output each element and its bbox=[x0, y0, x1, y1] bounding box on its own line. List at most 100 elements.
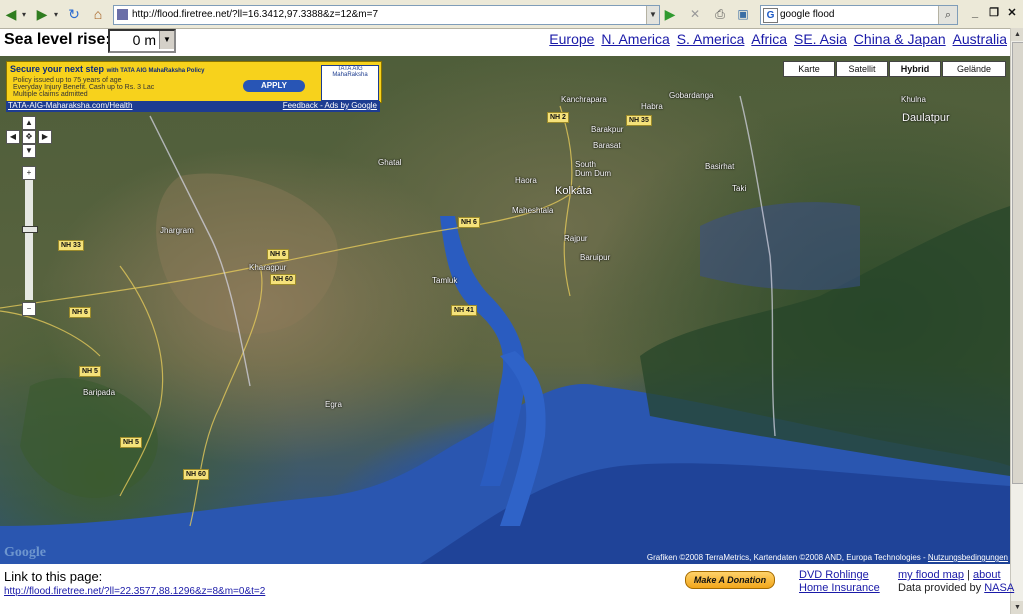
map-navigation-control: ▲ ◀ ✥ ▶ ▼ + − bbox=[6, 116, 52, 326]
my-flood-map-link[interactable]: my flood map bbox=[898, 569, 964, 581]
region-link-africa[interactable]: Africa bbox=[751, 31, 787, 47]
zoom-out-icon[interactable]: − bbox=[22, 302, 36, 316]
zoom-slider[interactable] bbox=[22, 180, 38, 300]
place-label: Habra bbox=[641, 102, 663, 111]
page-footer: Link to this page: http://flood.firetree… bbox=[0, 565, 1014, 614]
place-label: Haora bbox=[515, 176, 537, 185]
map-copyright: Grafiken ©2008 TerraMetrics, Kartendaten… bbox=[646, 553, 1008, 562]
place-label: Egra bbox=[325, 400, 342, 409]
place-label: Gobardanga bbox=[669, 91, 714, 100]
place-label: Ghatal bbox=[378, 158, 402, 167]
satellite-map[interactable]: Secure your next step with TATA AIG Maha… bbox=[0, 56, 1010, 564]
zoom-slider-thumb[interactable] bbox=[22, 226, 38, 233]
region-link-se-asia[interactable]: SE. Asia bbox=[794, 31, 847, 47]
url-dropdown-icon[interactable]: ▼ bbox=[646, 6, 659, 24]
road-shield: NH 6 bbox=[69, 307, 91, 318]
search-engine-icon[interactable]: G bbox=[763, 8, 778, 23]
close-icon[interactable]: ✕ bbox=[1004, 5, 1020, 21]
link-label: Link to this page: bbox=[4, 569, 103, 584]
minimize-icon[interactable]: _ bbox=[967, 5, 983, 21]
road-shield: NH 35 bbox=[626, 115, 652, 126]
ad-logo: TATA AIG MahaRaksha bbox=[321, 65, 379, 101]
pan-center-icon[interactable]: ✥ bbox=[22, 130, 36, 144]
pan-down-icon[interactable]: ▼ bbox=[22, 144, 36, 158]
place-label: South Dum Dum bbox=[575, 160, 612, 178]
road-shield: NH 6 bbox=[267, 249, 289, 260]
go-icon[interactable]: ▶ bbox=[662, 4, 678, 24]
google-ad[interactable]: Secure your next step with TATA AIG Maha… bbox=[6, 61, 382, 112]
ad-feedback-link[interactable]: Feedback - Ads by Google bbox=[283, 101, 377, 110]
map-type-karte[interactable]: Karte bbox=[783, 61, 835, 77]
home-icon[interactable]: ⌂ bbox=[90, 4, 106, 24]
vertical-scrollbar[interactable]: ▲ ▼ bbox=[1010, 28, 1023, 614]
dropdown-icon[interactable]: ▾ bbox=[52, 4, 60, 24]
road-shield: NH 5 bbox=[79, 366, 101, 377]
region-link-australia[interactable]: Australia bbox=[953, 31, 1007, 47]
chevron-down-icon[interactable]: ▼ bbox=[159, 31, 174, 49]
road-shield: NH 33 bbox=[58, 240, 84, 251]
place-label: Jhargram bbox=[160, 226, 194, 235]
place-label: Baruipur bbox=[580, 253, 611, 262]
url-text: http://flood.firetree.net/?ll=16.3412,97… bbox=[132, 9, 379, 20]
forward-arrow-icon[interactable]: ▶ bbox=[34, 4, 50, 24]
ad-banner[interactable]: Secure your next step with TATA AIG Maha… bbox=[6, 61, 382, 103]
permalink[interactable]: http://flood.firetree.net/?ll=22.3577,88… bbox=[4, 586, 265, 597]
about-link[interactable]: about bbox=[973, 569, 1001, 581]
ad-link-dvd[interactable]: DVD Rohlinge bbox=[799, 569, 880, 582]
region-links: Europe N. America S. America Africa SE. … bbox=[546, 31, 1007, 47]
road-shield: NH 60 bbox=[183, 469, 209, 480]
road-shield: NH 60 bbox=[270, 274, 296, 285]
pan-left-icon[interactable]: ◀ bbox=[6, 130, 20, 144]
place-label: Rajpur bbox=[564, 234, 588, 243]
sea-level-value: 0 m bbox=[132, 32, 156, 48]
zoom-in-icon[interactable]: + bbox=[22, 166, 36, 180]
place-label: Taki bbox=[732, 184, 747, 193]
map-type-hybrid[interactable]: Hybrid bbox=[889, 61, 941, 77]
refresh-icon[interactable]: ↻ bbox=[66, 4, 82, 24]
ad-headline: Secure your next step with TATA AIG Maha… bbox=[10, 64, 205, 74]
ad-footer: TATA-AIG-Maharaksha.com/Health Feedback … bbox=[6, 101, 380, 112]
scrollbar-thumb[interactable] bbox=[1012, 42, 1023, 484]
favicon-icon bbox=[117, 9, 128, 20]
pan-up-icon[interactable]: ▲ bbox=[22, 116, 36, 130]
screenshot-icon[interactable]: ▣ bbox=[735, 4, 751, 24]
region-link-north-america[interactable]: N. America bbox=[601, 31, 669, 47]
place-label: Daulatpur bbox=[902, 112, 950, 124]
place-label: Baripada bbox=[83, 388, 116, 397]
donate-button[interactable]: Make A Donation bbox=[685, 571, 775, 589]
map-terrain bbox=[0, 95, 1010, 564]
google-logo[interactable]: Google bbox=[4, 545, 46, 561]
scroll-up-icon[interactable]: ▲ bbox=[1011, 28, 1023, 41]
road-shield: NH 6 bbox=[458, 217, 480, 228]
scroll-down-icon[interactable]: ▼ bbox=[1011, 601, 1023, 614]
map-type-gelande[interactable]: Gelände bbox=[942, 61, 1006, 77]
place-label: Kanchrapara bbox=[561, 95, 607, 104]
map-type-buttons: Karte Satellit Hybrid Gelände bbox=[782, 61, 1006, 77]
stop-icon[interactable]: ✕ bbox=[688, 4, 702, 24]
footer-info: my flood map | about Data provided by NA… bbox=[898, 569, 1014, 595]
region-link-europe[interactable]: Europe bbox=[549, 31, 594, 47]
place-label: Barasat bbox=[593, 141, 621, 150]
sea-level-select[interactable]: 0 m ▼ bbox=[108, 29, 176, 53]
ad-link-insurance[interactable]: Home Insurance bbox=[799, 582, 880, 595]
search-icon[interactable]: ⌕ bbox=[938, 6, 957, 24]
search-query: google flood bbox=[780, 9, 835, 20]
ad-apply-button[interactable]: APPLY bbox=[243, 80, 305, 92]
url-bar[interactable]: http://flood.firetree.net/?ll=16.3412,97… bbox=[113, 5, 660, 25]
print-icon[interactable]: ⎙ bbox=[712, 4, 728, 24]
dropdown-icon[interactable]: ▾ bbox=[20, 4, 28, 24]
ad-source-link[interactable]: TATA-AIG-Maharaksha.com/Health bbox=[8, 101, 132, 110]
terms-link[interactable]: Nutzungsbedingungen bbox=[928, 553, 1008, 562]
map-type-satellit[interactable]: Satellit bbox=[836, 61, 888, 77]
ad-bullet: Policy issued up to 75 years of age bbox=[13, 77, 122, 84]
restore-icon[interactable]: ❐ bbox=[986, 5, 1002, 21]
separator: | bbox=[967, 569, 970, 581]
place-label: Kolkata bbox=[555, 185, 592, 197]
pan-right-icon[interactable]: ▶ bbox=[38, 130, 52, 144]
search-bar[interactable]: Ggoogle flood ⌕ bbox=[760, 5, 958, 25]
region-link-south-america[interactable]: S. America bbox=[677, 31, 745, 47]
back-arrow-icon[interactable]: ◀ bbox=[3, 4, 19, 24]
page-header: Sea level rise: 0 m ▼ Europe N. America … bbox=[0, 28, 1010, 54]
nasa-link[interactable]: NASA bbox=[984, 582, 1014, 594]
region-link-china-japan[interactable]: China & Japan bbox=[854, 31, 946, 47]
